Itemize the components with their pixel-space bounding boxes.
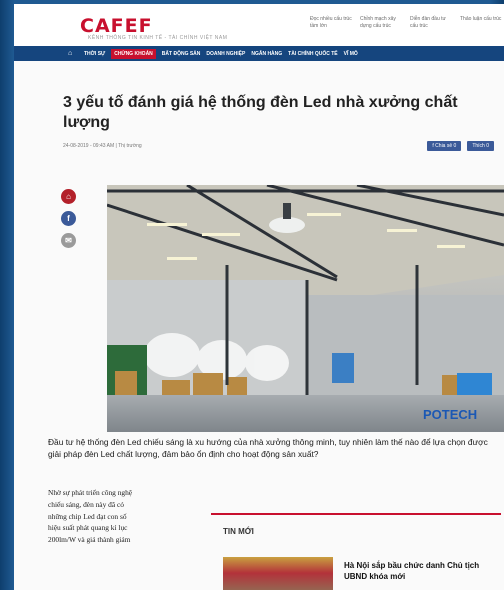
nav-item-chung-khoan[interactable]: CHỨNG KHOÁN [111,48,156,59]
main-nav: ⌂ THỜI SỰ CHỨNG KHOÁN BẤT ĐỘNG SẢN DOANH… [14,46,504,61]
latest-news: TIN MỚI Hà Nội sắp bầu chức danh Chủ tịc… [211,513,504,590]
warehouse-image: POTECH [107,185,504,432]
news-item-title[interactable]: Hà Nội sắp bầu chức danh Chủ tịch UBND k… [344,560,494,582]
top-links: Đọc nhiều cấu trúc tầm lớn Chỉnh mạch xâ… [310,16,502,30]
side-share-icons: ⌂ f ✉ [61,189,79,255]
mail-icon[interactable]: ✉ [61,233,76,248]
share-bar: f Chia sẻ 0 Thích 0 [427,141,494,151]
news-heading: TIN MỚI [223,527,254,536]
news-thumbnail[interactable] [223,557,333,590]
top-link[interactable]: Thảo luận cấu trúc [460,16,502,30]
article-title: 3 yếu tố đánh giá hệ thống đèn Led nhà x… [63,94,458,131]
logo-tagline: KÊNH THÔNG TIN KINH TẾ - TÀI CHÍNH VIỆT … [88,35,228,41]
facebook-share-button[interactable]: f Chia sẻ 0 [427,141,462,151]
news-divider [211,513,501,515]
top-link[interactable]: Đọc nhiều cấu trúc tầm lớn [310,16,352,30]
browser-page: CAFEF KÊNH THÔNG TIN KINH TẾ - TÀI CHÍNH… [14,4,504,590]
body-line: Nhờ sự phát triển công nghệ [48,488,133,497]
top-link[interactable]: Diễn đàn đầu tư cấu trúc [410,16,452,30]
nav-item-bat-dong-san[interactable]: BẤT ĐỘNG SẢN [162,51,201,57]
nav-item-thoi-su[interactable]: THỜI SỰ [84,51,105,57]
nav-item-doanh-nghiep[interactable]: DOANH NGHIỆP [206,51,245,57]
article-body: Nhờ sự phát triển công nghệ chiếu sáng, … [48,487,198,546]
home-icon[interactable]: ⌂ [68,50,78,57]
top-link[interactable]: Chỉnh mạch xây dựng cấu trúc [360,16,402,30]
article-lead: Đầu tư hệ thống đèn Led chiếu sáng là xu… [48,437,488,459]
body-line: chiếu sáng, đèn này đã có [48,499,124,509]
body-line: hiệu suất phát quang kỉ lục [48,523,128,533]
nav-item-ngan-hang[interactable]: NGÂN HÀNG [251,51,282,57]
home-icon[interactable]: ⌂ [61,189,76,204]
body-line: 200lm/W và giá thành giảm [48,535,131,545]
nav-item-vi-mo[interactable]: VĨ MÔ [344,51,358,57]
photo-watermark: POTECH [423,407,477,422]
article-meta: 24-08-2019 - 09:43 AM | Thị trường [63,143,142,149]
site-logo[interactable]: CAFEF [80,15,153,37]
article: 3 yếu tố đánh giá hệ thống đèn Led nhà x… [14,61,504,590]
facebook-icon[interactable]: f [61,211,76,226]
article-photo: POTECH [107,185,504,432]
body-line: những chip Led đạt con số [48,511,127,521]
nav-item-tai-chinh-quoc-te[interactable]: TÀI CHÍNH QUỐC TẾ [288,51,337,57]
site-header: CAFEF KÊNH THÔNG TIN KINH TẾ - TÀI CHÍNH… [14,4,504,46]
like-button[interactable]: Thích 0 [467,141,494,151]
